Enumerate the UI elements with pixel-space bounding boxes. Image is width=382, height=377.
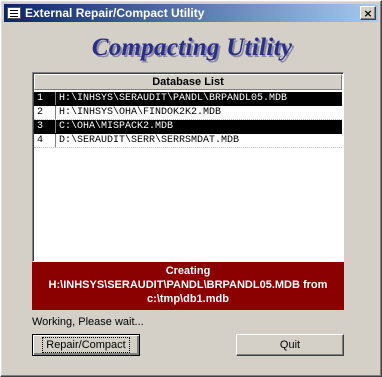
status-line-2: H:\INHSYS\SERAUDIT\PANDL\BRPANDL05.MDB f… bbox=[48, 279, 328, 291]
title-bar[interactable]: External Repair/Compact Utility × bbox=[4, 4, 378, 22]
close-icon: × bbox=[363, 6, 373, 20]
repair-compact-label: Repair/Compact bbox=[42, 337, 130, 353]
quit-label: Quit bbox=[279, 339, 301, 351]
list-item-number: 2 bbox=[34, 106, 56, 119]
close-button[interactable]: × bbox=[360, 6, 376, 20]
utility-window: External Repair/Compact Utility × Compac… bbox=[0, 0, 382, 377]
list-item-path: D:\SERAUDIT\SERR\SERRSMDAT.MDB bbox=[59, 135, 240, 146]
quit-button[interactable]: Quit bbox=[236, 334, 344, 356]
database-list[interactable]: Database List 1 H:\INHSYS\SERAUDIT\PANDL\… bbox=[32, 72, 344, 262]
list-item-path: C:\OHA\MISPACK2.MDB bbox=[59, 121, 174, 132]
status-line-3: c:\tmp\db1.mdb bbox=[147, 293, 229, 305]
repair-compact-button[interactable]: Repair/Compact bbox=[32, 334, 140, 356]
list-item[interactable]: 1 H:\INHSYS\SERAUDIT\PANDL\BRPANDL05.MDB bbox=[34, 92, 342, 106]
page-title: Compacting Utility bbox=[91, 34, 293, 61]
working-text: Working, Please wait... bbox=[32, 316, 144, 328]
window-title: External Repair/Compact Utility bbox=[25, 6, 205, 20]
list-item-path: H:\INHSYS\SERAUDIT\PANDL\BRPANDL05.MDB bbox=[59, 93, 288, 104]
status-message: Creating H:\INHSYS\SERAUDIT\PANDL\BRPAND… bbox=[32, 262, 344, 310]
list-item-number: 1 bbox=[34, 92, 56, 105]
list-header: Database List bbox=[34, 74, 342, 90]
list-item[interactable]: 2 H:\INHSYS\OHA\FINDOK2K2.MDB bbox=[34, 106, 342, 120]
list-item-number: 4 bbox=[34, 134, 56, 147]
list-item-path: H:\INHSYS\OHA\FINDOK2K2.MDB bbox=[59, 107, 222, 118]
status-line-1: Creating bbox=[165, 265, 211, 277]
list-rows: 1 H:\INHSYS\SERAUDIT\PANDL\BRPANDL05.MDB 2… bbox=[34, 92, 342, 148]
list-item[interactable]: 4 D:\SERAUDIT\SERR\SERRSMDAT.MDB bbox=[34, 134, 342, 148]
list-item[interactable]: 3 C:\OHA\MISPACK2.MDB bbox=[34, 120, 342, 134]
list-item-number: 3 bbox=[34, 120, 56, 133]
form-icon bbox=[7, 7, 21, 19]
